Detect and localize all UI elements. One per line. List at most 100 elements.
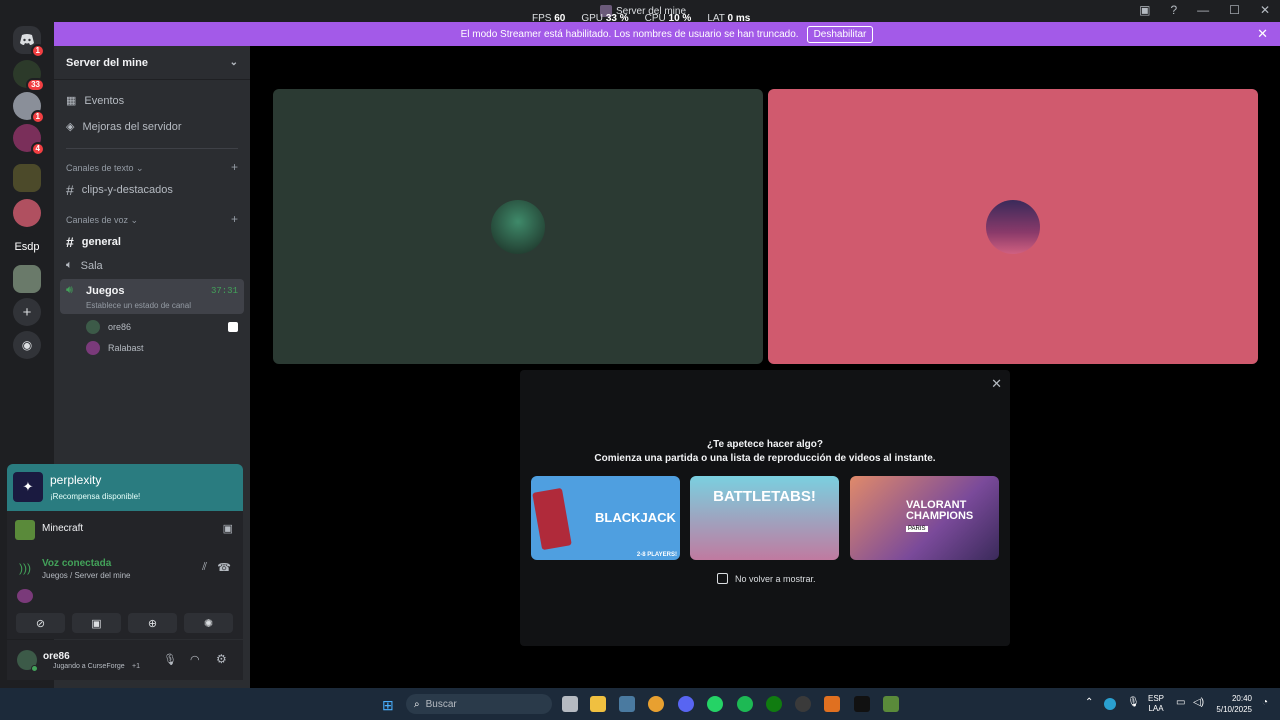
discord-home-icon[interactable]: 1 <box>13 26 45 58</box>
lang-code: ESP <box>1148 694 1165 703</box>
server-icon[interactable]: 4 <box>13 124 45 156</box>
channel-sala[interactable]: 🔈︎ Sala <box>66 259 103 272</box>
checkbox-label: No volver a mostrar. <box>735 573 816 584</box>
camera-off-icon: ⊘ <box>35 617 46 630</box>
maximize-icon[interactable]: ☐ <box>1229 3 1240 17</box>
add-channel-icon[interactable]: + <box>231 160 238 174</box>
network-icon[interactable]: ▭ <box>1176 697 1185 708</box>
inbox-icon[interactable]: ▣ <box>1139 3 1150 17</box>
channel-general[interactable]: # general <box>66 234 121 250</box>
card-title: BATTLETABS! <box>713 488 816 505</box>
events-link[interactable]: ▦ Eventos <box>66 94 125 108</box>
notification-badge: 4 <box>30 142 45 156</box>
noise-suppression-icon[interactable]: ⫽ <box>202 561 207 574</box>
chrome-icon[interactable] <box>648 696 664 712</box>
speaker-icon: 🔈︎ <box>66 259 73 271</box>
channel-clips[interactable]: # clips-y-destacados <box>66 182 173 198</box>
keyboard-layout: LAA <box>1148 704 1164 713</box>
checkbox[interactable] <box>717 573 728 584</box>
headphones-icon[interactable]: ◠ <box>190 653 200 666</box>
taskview-icon[interactable] <box>562 696 578 712</box>
search-icon: ⌕ <box>414 698 420 710</box>
curseforge-icon[interactable] <box>824 696 840 712</box>
promo-title: perplexity <box>50 473 102 487</box>
soundboard-button[interactable]: ✺ <box>184 613 233 633</box>
server-text-icon[interactable]: Esdp <box>13 233 41 261</box>
help-icon[interactable]: ? <box>1170 3 1177 17</box>
close-icon[interactable]: ✕ <box>1257 26 1268 42</box>
notification-icon[interactable]: ◔ <box>1262 697 1268 708</box>
activity-card-battletabs[interactable]: BATTLETABS! <box>690 476 839 560</box>
voice-member[interactable]: Ralabast <box>86 341 144 355</box>
settings-icon[interactable]: ⚙ <box>216 652 227 666</box>
microphone-icon[interactable]: 🎙︎ <box>1127 697 1140 708</box>
banner-message: El modo Streamer está habilitado. Los no… <box>460 28 799 40</box>
dont-show-again[interactable]: No volver a mostrar. <box>717 573 816 584</box>
promo-panel[interactable]: ✦ perplexity ¡Recompensa disponible! <box>7 464 243 511</box>
text-category[interactable]: Canales de texto ⌄ <box>66 163 144 174</box>
voice-category[interactable]: Canales de voz ⌄ <box>66 215 138 226</box>
voice-stage: ✕ ¿Te apetece hacer algo? Comienza una p… <box>250 46 1280 688</box>
avatar <box>86 320 100 334</box>
perplexity-icon: ✦ <box>13 472 43 502</box>
search-bar[interactable]: ⌕ Buscar <box>406 694 552 714</box>
screen-share-button[interactable]: ▣ <box>72 613 121 633</box>
language-indicator[interactable]: ESP LAA <box>1148 694 1164 714</box>
activities-button[interactable]: ⊕ <box>128 613 177 633</box>
promo-subtitle: ¡Recompensa disponible! <box>50 492 141 501</box>
app-icon[interactable] <box>854 696 870 712</box>
screen-share-icon: ▣ <box>91 617 102 630</box>
activity-subtitle: Comienza una partida o una lista de repr… <box>594 453 936 464</box>
voice-member[interactable]: ore86 <box>86 320 131 334</box>
close-window-icon[interactable]: ✕ <box>1260 3 1270 17</box>
microphone-icon[interactable]: 🎙︎ <box>163 653 177 666</box>
channel-label: Juegos <box>86 285 125 297</box>
activity-card-blackjack[interactable]: BLACKJACK 2-8 PLAYERS! <box>531 476 680 560</box>
add-channel-icon[interactable]: + <box>231 212 238 226</box>
discord-icon[interactable] <box>678 696 694 712</box>
search-placeholder: Buscar <box>425 698 457 710</box>
member-name: Ralabast <box>108 343 144 353</box>
server-icon[interactable]: 1 <box>13 92 45 124</box>
spotify-icon[interactable] <box>737 696 753 712</box>
volume-icon[interactable]: ◁) <box>1193 697 1204 708</box>
activity-card-valorant[interactable]: VALORANT CHAMPIONS PARIS <box>850 476 999 560</box>
channel-juegos[interactable]: 🔊︎ Juegos 37:31 Establece un estado de c… <box>60 279 244 314</box>
game-name: Minecraft <box>42 523 84 534</box>
channel-label: clips-y-destacados <box>81 184 173 196</box>
signal-icon[interactable]: ))) <box>19 561 31 575</box>
xbox-icon[interactable] <box>766 696 782 712</box>
server-icon[interactable] <box>13 164 41 192</box>
events-label: Eventos <box>84 94 125 107</box>
member-name: ore86 <box>108 322 132 332</box>
server-icon[interactable]: 33 <box>13 60 45 92</box>
participant-tile[interactable] <box>768 89 1258 364</box>
chevron-up-icon[interactable]: ⌃ <box>1085 697 1093 708</box>
server-icon[interactable] <box>13 265 41 293</box>
boosts-link[interactable]: ◈ Mejoras del servidor <box>66 120 182 134</box>
voice-location[interactable]: Juegos / Server del mine <box>42 571 131 580</box>
participant-tile[interactable] <box>273 89 763 364</box>
clock[interactable]: 20:40 5/10/2025 <box>1210 693 1252 715</box>
minecraft-icon[interactable] <box>883 696 899 712</box>
explorer-icon[interactable] <box>590 696 606 712</box>
server-icon[interactable] <box>13 199 41 227</box>
app-icon[interactable] <box>619 696 635 712</box>
card-tag: PARIS <box>906 526 928 532</box>
voice-panel: ))) Voz conectada Juegos / Server del mi… <box>7 549 243 639</box>
disconnect-icon[interactable]: ☎ <box>217 561 231 574</box>
disable-streamer-button[interactable]: Deshabilitar <box>806 25 874 43</box>
channel-status-prompt[interactable]: Establece un estado de canal <box>86 301 191 310</box>
explore-icon[interactable]: ◉ <box>13 331 41 359</box>
tray-icon[interactable] <box>1104 698 1116 710</box>
start-icon[interactable]: ⊞ <box>382 697 394 714</box>
date: 5/10/2025 <box>1216 705 1252 714</box>
whatsapp-icon[interactable] <box>707 696 723 712</box>
camera-off-button[interactable]: ⊘ <box>16 613 65 633</box>
close-icon[interactable]: ✕ <box>991 376 1002 392</box>
server-header[interactable]: Server del mine ⌄ <box>54 46 250 80</box>
minimize-icon[interactable]: — <box>1197 3 1209 17</box>
add-server-icon[interactable]: + <box>13 298 41 326</box>
steam-icon[interactable] <box>795 696 811 712</box>
stream-game-icon[interactable]: ▣ <box>223 522 233 535</box>
